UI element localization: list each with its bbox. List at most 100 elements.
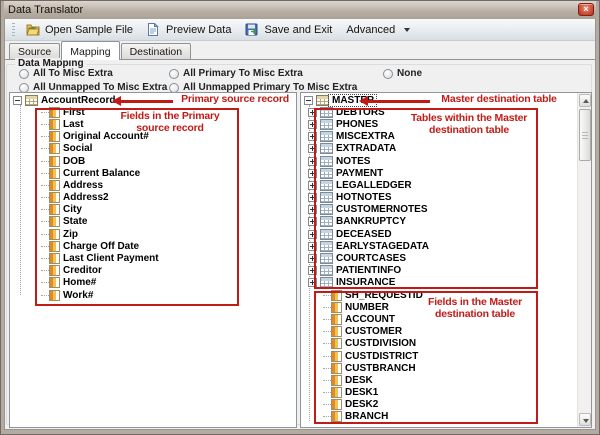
tree-root-accountrecord[interactable]: AccountRecord (13, 94, 280, 106)
tree-item-master-table[interactable]: PAYMENT (304, 167, 574, 179)
tree-item-master-field[interactable]: ACCOUNT (304, 313, 574, 325)
open-sample-file-button[interactable]: Open Sample File (20, 21, 139, 38)
tree-item-source-field[interactable]: Charge Off Date (13, 240, 280, 252)
tree-item-master-table[interactable]: DECEASED (304, 228, 574, 240)
master-tree-panel[interactable]: MASTER DEBTORS (300, 92, 592, 428)
expand-icon[interactable] (308, 193, 317, 202)
tree-item-master-field[interactable]: CUSTBRANCH (304, 362, 574, 374)
tab-source[interactable]: Source (9, 43, 60, 59)
field-icon (331, 411, 342, 422)
field-label: Home# (60, 277, 96, 288)
tree-item-source-field[interactable]: Zip (13, 228, 280, 240)
expand-icon[interactable] (308, 230, 317, 239)
table-label: CUSTOMERNOTES (333, 204, 428, 215)
radio-option[interactable]: All Primary To Misc Extra (169, 68, 383, 79)
expand-icon[interactable] (308, 120, 317, 129)
tree-item-master-table[interactable]: BANKRUPTCY (304, 216, 574, 228)
tree-item-source-field[interactable]: Original Account# (13, 131, 280, 143)
field-label: First (60, 107, 85, 118)
expand-icon[interactable] (308, 144, 317, 153)
tree-item-source-field[interactable]: First (13, 106, 280, 118)
scroll-up-icon[interactable] (579, 94, 591, 107)
tree-item-master-table[interactable]: NOTES (304, 155, 574, 167)
tree-item-master-table[interactable]: DEBTORS (304, 106, 574, 118)
tree-item-master-field[interactable]: DESK2 (304, 399, 574, 411)
tree-item-master-table[interactable]: HOTNOTES (304, 192, 574, 204)
tree-item-source-field[interactable]: Last Client Payment (13, 252, 280, 264)
tree-item-master-field[interactable]: CUSTDISTRICT (304, 350, 574, 362)
radio-button-icon[interactable] (169, 83, 179, 93)
tree-item-master-field[interactable]: CUSTDIVISION (304, 338, 574, 350)
radio-button-icon[interactable] (169, 69, 179, 79)
expand-icon[interactable] (308, 205, 317, 214)
expand-icon[interactable] (308, 278, 317, 287)
expand-icon[interactable] (308, 108, 317, 117)
folder-icon (26, 23, 40, 36)
expand-icon[interactable] (308, 266, 317, 275)
field-label: Current Balance (60, 168, 140, 179)
tree-item-master-field[interactable]: NUMBER (304, 301, 574, 313)
tree-item-source-field[interactable]: Current Balance (13, 167, 280, 179)
expand-icon[interactable] (308, 169, 317, 178)
expand-icon[interactable] (308, 157, 317, 166)
tree-item-master-table[interactable]: COURTCASES (304, 252, 574, 264)
collapse-icon[interactable] (304, 96, 313, 105)
tree-item-master-table[interactable]: CUSTOMERNOTES (304, 204, 574, 216)
tree-item-master-table[interactable]: PATIENTINFO (304, 265, 574, 277)
tree-stub-line (41, 197, 49, 198)
tree-item-master-field[interactable]: BRANCH (304, 411, 574, 423)
tree-item-source-field[interactable]: Work# (13, 289, 280, 301)
tree-item-master-table[interactable]: PHONES (304, 118, 574, 130)
tree-item-master-field[interactable]: DESK (304, 374, 574, 386)
tree-item-master-table[interactable]: EXTRADATA (304, 143, 574, 155)
source-tree-panel[interactable]: AccountRecord First (9, 92, 297, 428)
expand-icon[interactable] (308, 217, 317, 226)
expand-icon[interactable] (308, 181, 317, 190)
scrollbar-thumb[interactable] (579, 109, 591, 161)
mapping-tab-page: Data Mapping All To Misc Extra All Prima… (5, 60, 595, 429)
field-icon (49, 156, 60, 167)
tab-destination[interactable]: Destination (121, 43, 192, 59)
tab-strip: Source Mapping Destination (5, 41, 595, 60)
tree-item-master-field[interactable]: DESK1 (304, 387, 574, 399)
tree-item-master-table[interactable]: EARLYSTAGEDATA (304, 240, 574, 252)
toolbar-grip-icon[interactable] (12, 23, 15, 37)
tree-item-master-field[interactable]: CUSTOMER (304, 326, 574, 338)
tree-root-master[interactable]: MASTER (304, 94, 574, 106)
tree-item-master-table[interactable]: LEGALLEDGER (304, 179, 574, 191)
radio-button-icon[interactable] (383, 69, 393, 79)
collapse-icon[interactable] (13, 96, 22, 105)
tree-item-source-field[interactable]: Social (13, 143, 280, 155)
tree-item-master-table[interactable]: INSURANCE (304, 277, 574, 289)
preview-data-button[interactable]: Preview Data (141, 21, 237, 38)
close-button[interactable]: × (578, 3, 594, 16)
tree-item-source-field[interactable]: Address (13, 179, 280, 191)
tree-item-source-field[interactable]: Last (13, 118, 280, 130)
tree-item-source-field[interactable]: State (13, 216, 280, 228)
radio-option-label: All Primary To Misc Extra (183, 68, 303, 79)
save-and-exit-button[interactable]: Save and Exit (239, 21, 338, 38)
tab-mapping[interactable]: Mapping (61, 41, 119, 60)
master-root-label: MASTER (329, 95, 376, 106)
advanced-dropdown-button[interactable]: Advanced (340, 22, 416, 38)
radio-option[interactable]: All To Misc Extra (19, 68, 169, 79)
tree-item-source-field[interactable]: City (13, 204, 280, 216)
tree-item-master-table[interactable]: MISCEXTRA (304, 131, 574, 143)
tree-item-master-field[interactable]: SH_REQUESTID (304, 289, 574, 301)
tree-item-source-field[interactable]: Creditor (13, 265, 280, 277)
scroll-down-icon[interactable] (579, 413, 591, 426)
data-translator-window: Data Translator × Open Sample File (0, 0, 600, 435)
tree-item-source-field[interactable]: Address2 (13, 192, 280, 204)
title-bar[interactable]: Data Translator × (4, 1, 596, 19)
expand-icon[interactable] (308, 132, 317, 141)
field-label: Work# (60, 290, 93, 301)
expand-icon[interactable] (308, 242, 317, 251)
expand-icon[interactable] (308, 254, 317, 263)
radio-option[interactable]: None (383, 68, 422, 79)
radio-button-icon[interactable] (19, 69, 29, 79)
radio-button-icon[interactable] (19, 83, 29, 93)
vertical-scrollbar[interactable] (577, 93, 591, 427)
tree-item-source-field[interactable]: DOB (13, 155, 280, 167)
tree-item-source-field[interactable]: Home# (13, 277, 280, 289)
tree-stub-line (41, 270, 49, 271)
